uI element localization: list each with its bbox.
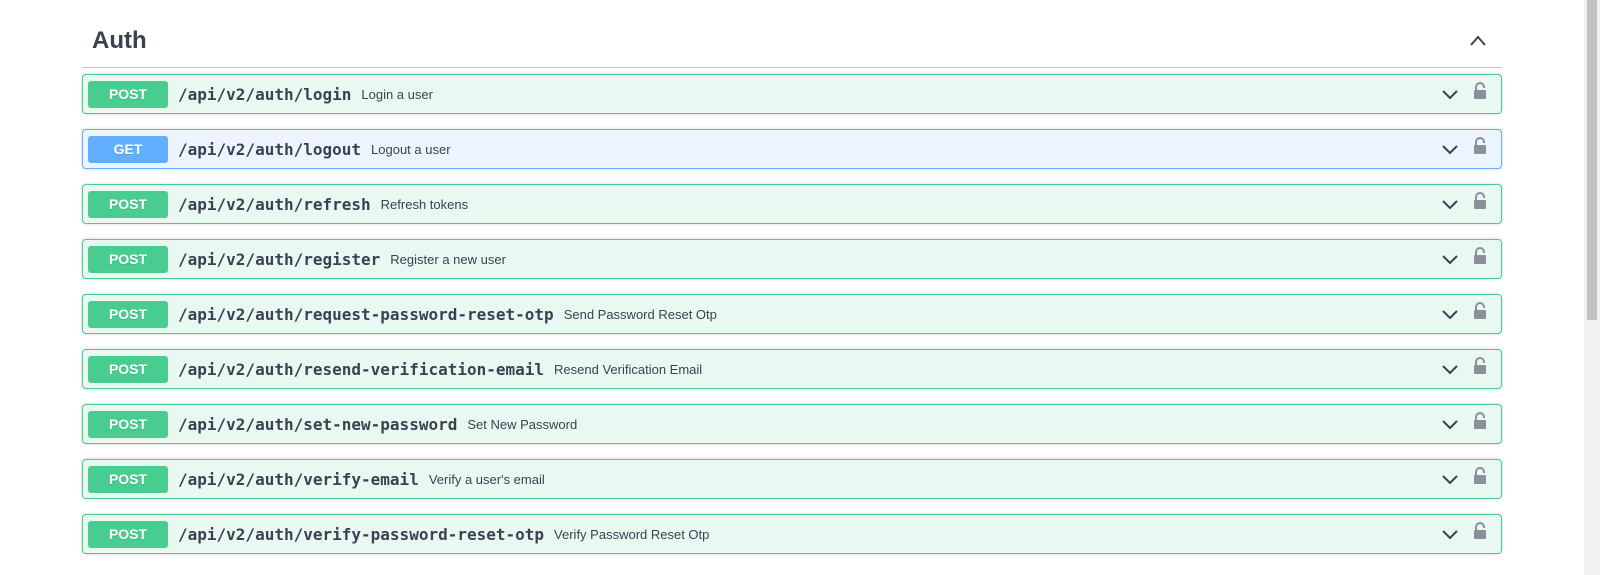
operation-row[interactable]: POST/api/v2/auth/request-password-reset-…	[82, 294, 1502, 334]
operation-row[interactable]: POST/api/v2/auth/login Login a user	[82, 74, 1502, 114]
method-badge: POST	[88, 300, 168, 328]
lock-icon[interactable]	[1470, 81, 1490, 101]
method-badge: POST	[88, 355, 168, 383]
endpoint-summary: Register a new user	[390, 251, 506, 267]
chevron-down-icon[interactable]	[1440, 84, 1460, 104]
lock-icon[interactable]	[1470, 136, 1490, 156]
chevron-down-icon[interactable]	[1440, 414, 1460, 434]
lock-icon[interactable]	[1470, 466, 1490, 486]
chevron-down-icon[interactable]	[1440, 194, 1460, 214]
page-content: Auth POST/api/v2/auth/login Login a user G…	[0, 0, 1584, 575]
endpoint-path: /api/v2/auth/request-password-reset-otp	[178, 304, 554, 324]
chevron-down-icon[interactable]	[1440, 359, 1460, 379]
chevron-down-icon[interactable]	[1440, 524, 1460, 544]
lock-icon[interactable]	[1470, 191, 1490, 211]
endpoint-path: /api/v2/auth/set-new-password	[178, 414, 458, 434]
endpoint-summary: Logout a user	[371, 141, 451, 157]
endpoint-summary: Verify Password Reset Otp	[554, 526, 710, 542]
endpoint-path: /api/v2/auth/register	[178, 249, 381, 269]
endpoint-summary: Set New Password	[467, 416, 578, 432]
endpoint-path: /api/v2/auth/verify-password-reset-otp	[178, 524, 545, 544]
endpoint-path: /api/v2/auth/login	[178, 84, 352, 104]
method-badge: POST	[88, 410, 168, 438]
operation-row[interactable]: POST/api/v2/auth/verify-password-reset-o…	[82, 514, 1502, 554]
scrollbar-thumb[interactable]	[1587, 0, 1597, 320]
endpoint-summary: Resend Verification Email	[554, 361, 703, 377]
method-badge: POST	[88, 520, 168, 548]
lock-icon[interactable]	[1470, 301, 1490, 321]
lock-icon[interactable]	[1470, 356, 1490, 376]
endpoint-summary: Send Password Reset Otp	[563, 306, 717, 322]
endpoint-summary: Verify a user's email	[428, 471, 545, 487]
lock-icon[interactable]	[1470, 411, 1490, 431]
operation-row[interactable]: POST/api/v2/auth/refresh Refresh tokens	[82, 184, 1502, 224]
section-title: Auth	[92, 26, 147, 54]
endpoint-path: /api/v2/auth/refresh	[178, 194, 371, 214]
endpoint-path: /api/v2/auth/verify-email	[178, 469, 419, 489]
scrollbar[interactable]	[1584, 0, 1600, 575]
lock-icon[interactable]	[1470, 246, 1490, 266]
operation-row[interactable]: POST/api/v2/auth/resend-verification-ema…	[82, 349, 1502, 389]
chevron-up-icon[interactable]	[1466, 29, 1490, 53]
endpoint-summary: Login a user	[361, 86, 433, 102]
lock-icon[interactable]	[1470, 521, 1490, 541]
endpoint-path: /api/v2/auth/resend-verification-email	[178, 359, 545, 379]
auth-section: Auth POST/api/v2/auth/login Login a user G…	[82, 14, 1502, 569]
chevron-down-icon[interactable]	[1440, 139, 1460, 159]
operation-row[interactable]: POST/api/v2/auth/set-new-password Set New…	[82, 404, 1502, 444]
endpoint-summary: Refresh tokens	[380, 196, 469, 212]
section-header[interactable]: Auth	[82, 14, 1502, 68]
operation-row[interactable]: POST/api/v2/auth/register Register a new …	[82, 239, 1502, 279]
endpoint-path: /api/v2/auth/logout	[178, 139, 362, 159]
method-badge: POST	[88, 465, 168, 493]
operation-row[interactable]: POST/api/v2/auth/verify-email Verify a us…	[82, 459, 1502, 499]
chevron-down-icon[interactable]	[1440, 249, 1460, 269]
operation-row[interactable]: GET/api/v2/auth/logout Logout a user	[82, 129, 1502, 169]
method-badge: POST	[88, 245, 168, 273]
operations-list: POST/api/v2/auth/login Login a user GET/ap…	[82, 74, 1502, 554]
method-badge: POST	[88, 190, 168, 218]
method-badge: POST	[88, 80, 168, 108]
chevron-down-icon[interactable]	[1440, 469, 1460, 489]
chevron-down-icon[interactable]	[1440, 304, 1460, 324]
method-badge: GET	[88, 135, 168, 163]
